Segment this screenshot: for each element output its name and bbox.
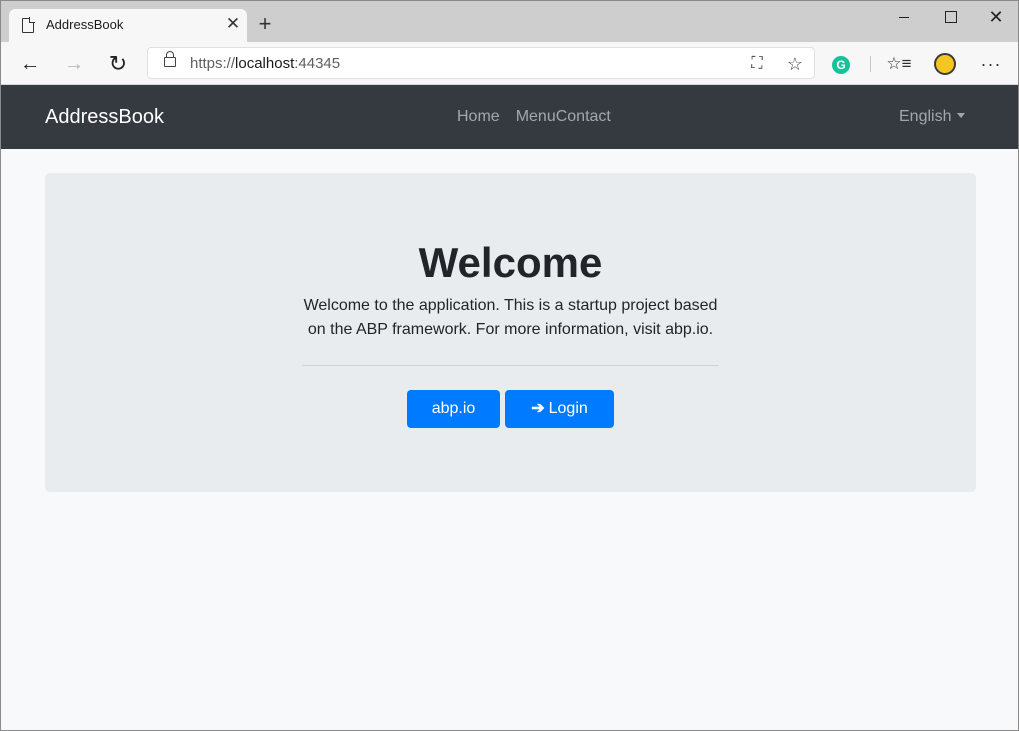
url-port: :44345	[294, 55, 341, 72]
star-icon[interactable]: ☆	[784, 53, 806, 75]
login-label: Login	[548, 400, 588, 417]
avatar-image	[934, 53, 956, 75]
url-text[interactable]: https://localhost:44345	[190, 55, 340, 72]
refresh-icon[interactable]: ↻	[104, 50, 132, 78]
back-arrow-icon[interactable]: ←	[16, 50, 44, 78]
page-icon	[22, 17, 35, 33]
login-button[interactable]: ➔ Login	[505, 390, 614, 428]
avatar[interactable]	[931, 50, 959, 78]
abp-io-button[interactable]: abp.io	[407, 390, 500, 428]
brand-link[interactable]: AddressBook	[45, 106, 164, 129]
grammarly-icon[interactable]: G	[827, 50, 855, 78]
nav-link-menucontact[interactable]: MenuContact	[516, 108, 611, 126]
caret-down-icon	[957, 113, 966, 118]
forward-arrow-icon[interactable]: →	[60, 50, 88, 78]
lock-icon[interactable]	[164, 51, 176, 67]
welcome-text: Welcome to the application. This is a st…	[303, 297, 718, 338]
url-host: localhost	[235, 55, 295, 72]
toolbar-separator	[870, 56, 871, 72]
grammarly-glyph: G	[832, 56, 850, 74]
sign-in-icon: ➔	[531, 400, 545, 417]
translate-icon[interactable]: ⛶	[746, 53, 768, 75]
language-dropdown[interactable]: English	[899, 108, 966, 126]
minimize-button[interactable]	[881, 4, 927, 30]
window-close-button[interactable]: ✕	[973, 4, 1018, 30]
tab-title: AddressBook	[46, 17, 124, 32]
page-title: Welcome	[418, 239, 603, 286]
more-icon[interactable]: ···	[977, 50, 1005, 78]
tab-strip: AddressBook ✕ + ✕	[1, 1, 1018, 42]
plus-icon[interactable]: +	[253, 13, 277, 37]
nav-links: Home MenuContact	[457, 108, 611, 126]
divider	[302, 365, 719, 366]
address-bar[interactable]: https://localhost:44345 ⛶ ☆	[147, 47, 815, 79]
site-navbar: AddressBook Home MenuContact English	[1, 85, 1018, 149]
maximize-button[interactable]	[927, 4, 973, 30]
browser-window: AddressBook ✕ + ✕ ← → ↻ https://localhos…	[0, 0, 1019, 731]
nav-link-home[interactable]: Home	[457, 108, 500, 126]
close-icon[interactable]: ✕	[223, 14, 243, 34]
language-label: English	[899, 108, 952, 125]
url-scheme: https://	[190, 55, 236, 72]
browser-toolbar: ← → ↻ https://localhost:44345 ⛶ ☆ G ☆≡ ·…	[1, 42, 1018, 85]
favorites-icon[interactable]: ☆≡	[885, 50, 913, 78]
browser-tab[interactable]: AddressBook ✕	[9, 9, 247, 42]
welcome-jumbotron: Welcome Welcome to the application. This…	[45, 173, 976, 492]
